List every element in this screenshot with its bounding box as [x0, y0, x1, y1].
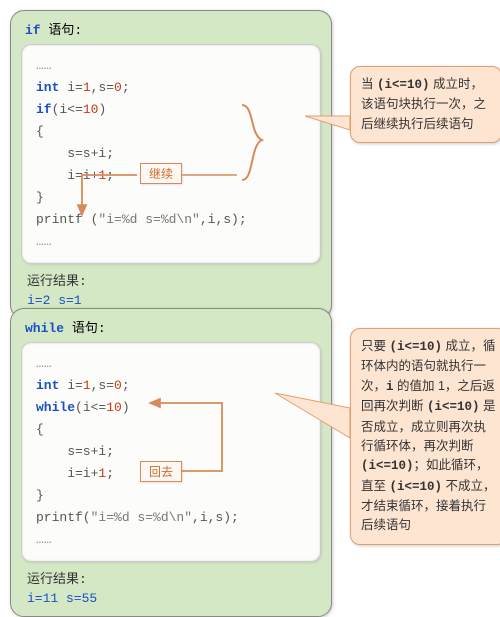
if-codebox: …… int i=1,s=0; if(i<=10) { s=s+i; i=i+1…: [21, 44, 321, 264]
if-panel: if 语句: …… int i=1,s=0; if(i<=10) { s=s+i…: [10, 10, 332, 319]
while-title-suffix: 语句:: [64, 321, 106, 336]
while-result-label: 运行结果:: [27, 568, 321, 587]
if-result-label: 运行结果:: [27, 270, 321, 289]
if-title-suffix: 语句:: [41, 23, 83, 38]
while-result-value: i=11 s=55: [27, 591, 321, 606]
if-result-value: i=2 s=1: [27, 293, 321, 308]
while-callout: 只要 (i<=10) 成立，循环体内的语句就执行一次，i 的值加 1，之后返回再…: [350, 328, 500, 545]
while-stage: while 语句: …… int i=1,s=0; while(i<=10) {…: [10, 308, 490, 598]
if-stage: if 语句: …… int i=1,s=0; if(i<=10) { s=s+i…: [10, 10, 490, 280]
continue-tag: 继续: [140, 163, 182, 184]
if-callout: 当 (i<=10) 成立时，该语句块执行一次，之后继续执行后续语句: [350, 66, 500, 143]
while-codebox: …… int i=1,s=0; while(i<=10) { s=s+i; i=…: [21, 342, 321, 562]
while-panel: while 语句: …… int i=1,s=0; while(i<=10) {…: [10, 308, 332, 617]
if-title-kw: if: [25, 23, 41, 38]
if-code: …… int i=1,s=0; if(i<=10) { s=s+i; i=i+1…: [36, 55, 310, 253]
while-code: …… int i=1,s=0; while(i<=10) { s=s+i; i=…: [36, 353, 310, 551]
while-title-kw: while: [25, 321, 64, 336]
if-title: if 语句:: [25, 19, 321, 38]
back-tag: 回去: [140, 461, 182, 482]
while-title: while 语句:: [25, 317, 321, 336]
